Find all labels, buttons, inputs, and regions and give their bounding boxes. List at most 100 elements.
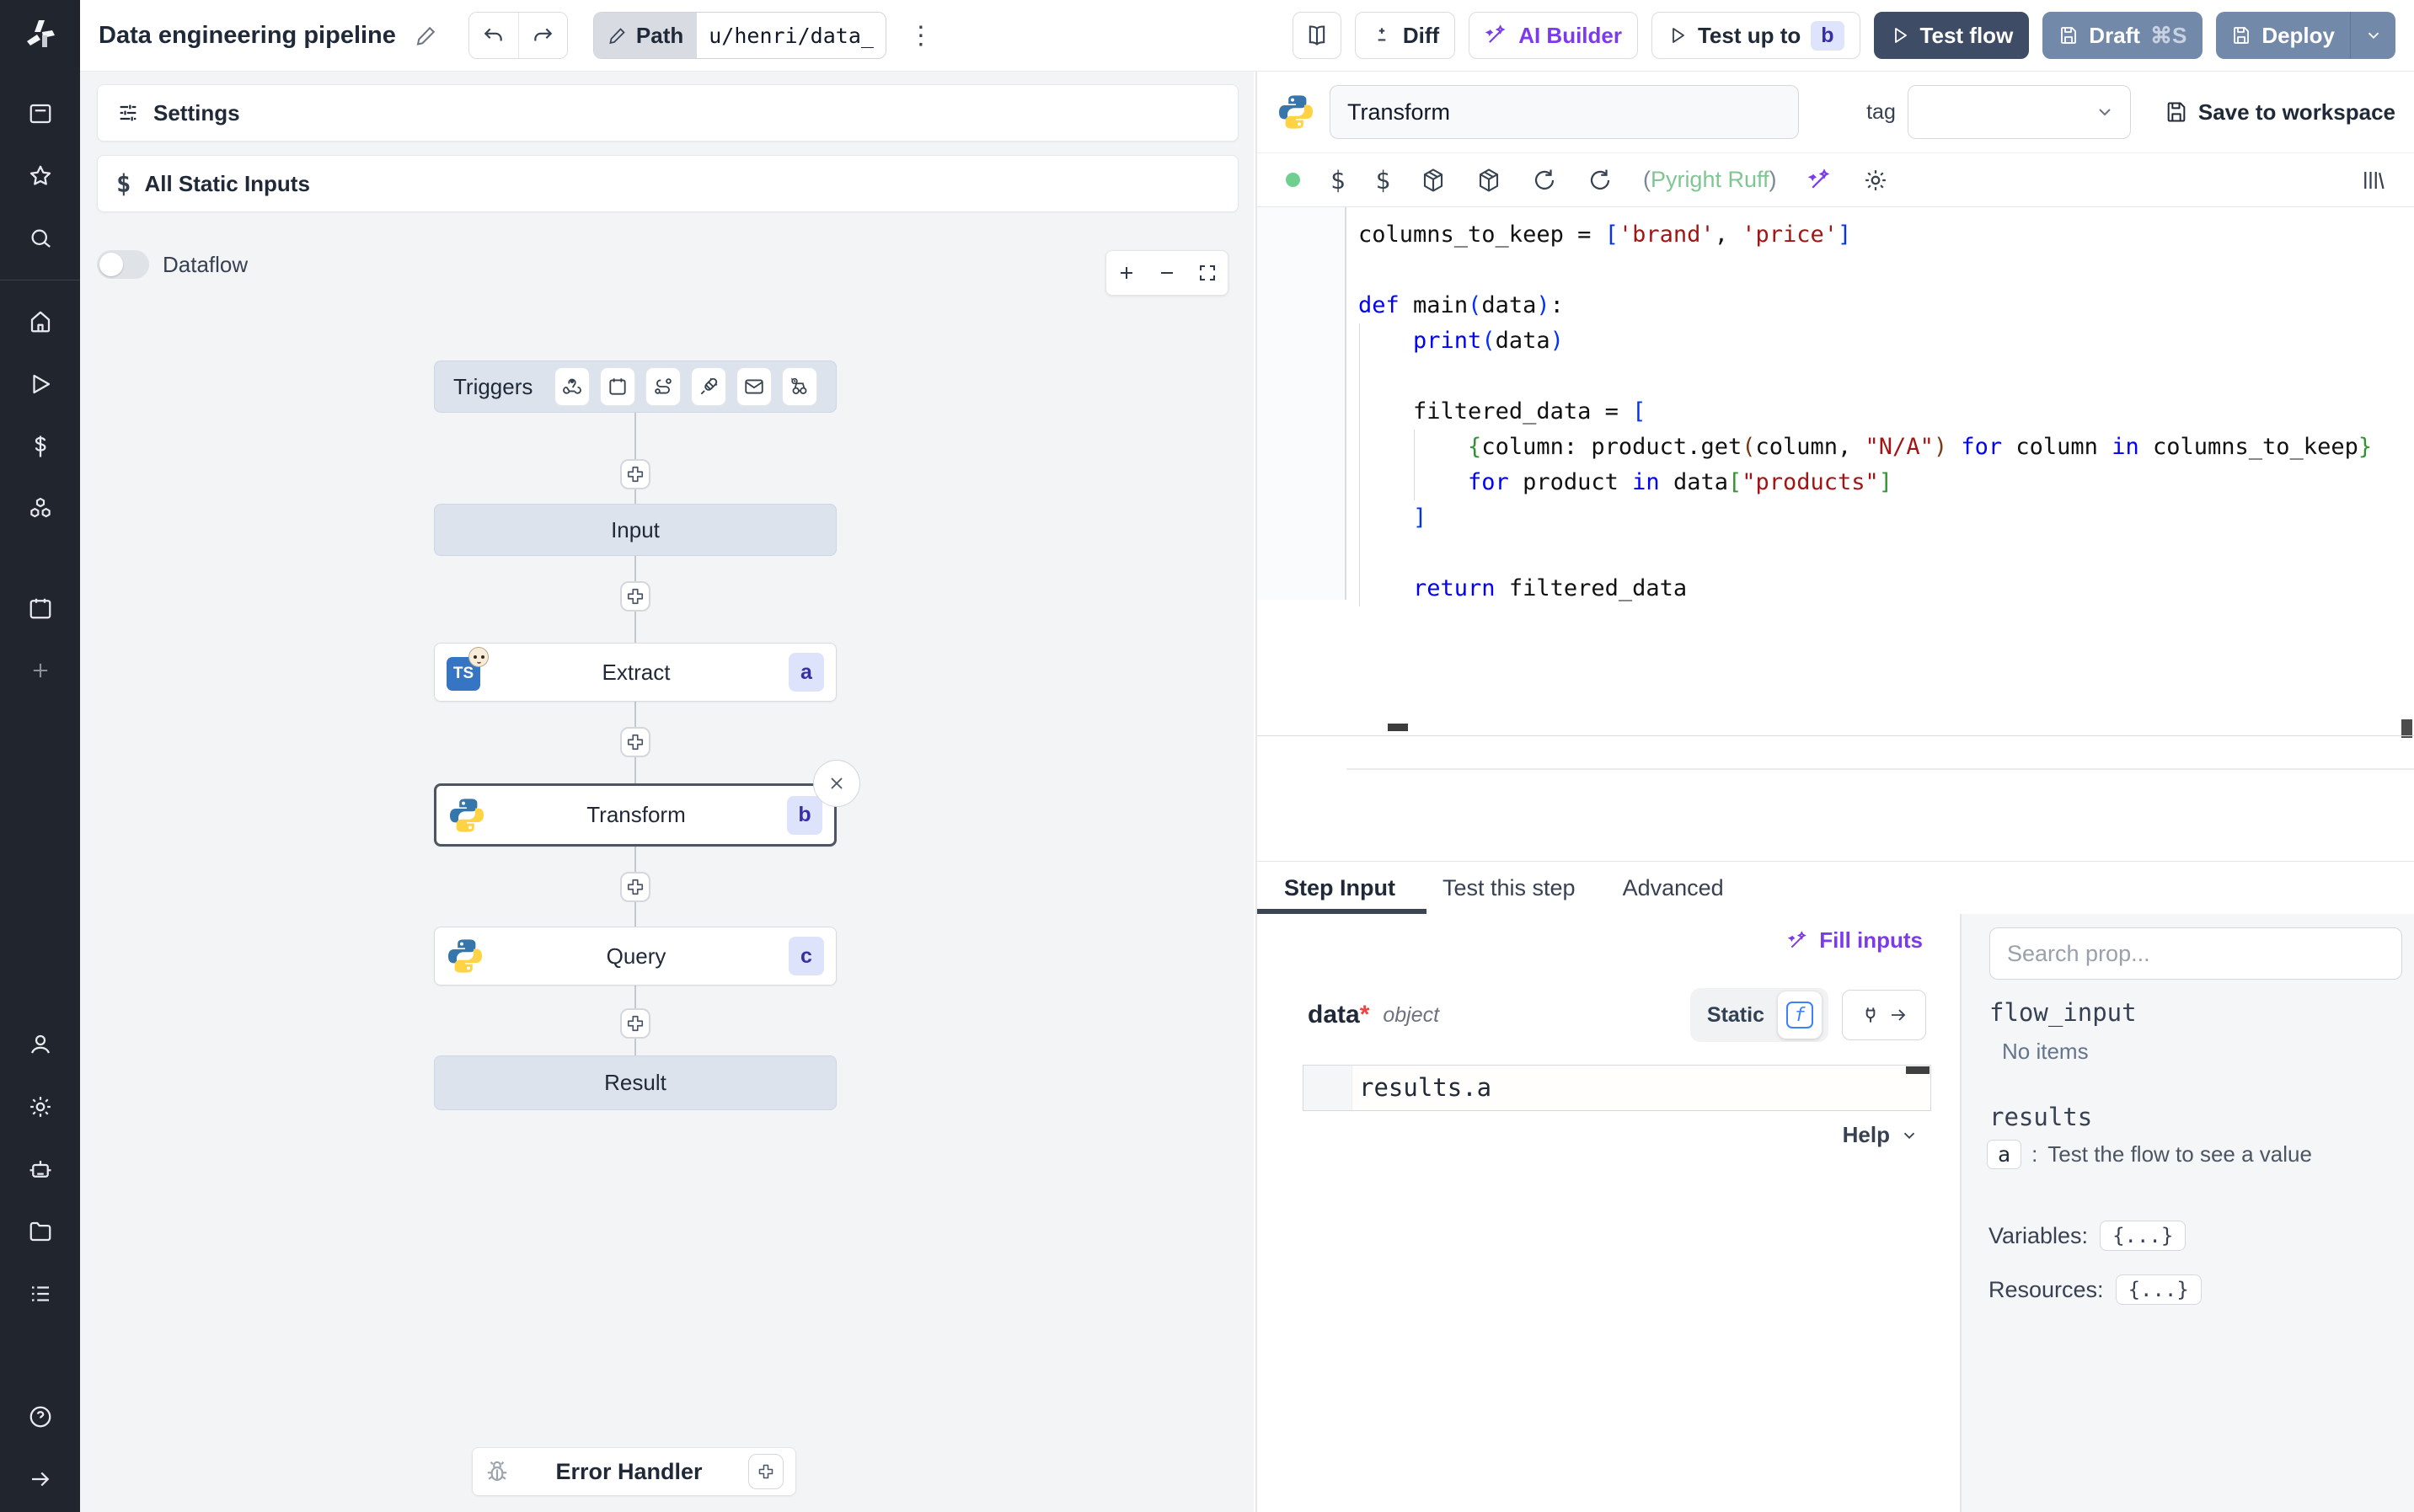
query-step-id-badge: c <box>789 937 824 975</box>
audit-logs-icon[interactable] <box>21 1274 60 1313</box>
bun-typescript-icon: TS <box>447 647 489 691</box>
zoom-in-button[interactable] <box>1106 251 1147 295</box>
required-asterisk: * <box>1359 1001 1370 1028</box>
expression-mode-button[interactable]: f <box>1778 991 1822 1039</box>
resources-object-badge[interactable]: {...} <box>2115 1274 2202 1305</box>
expression-value[interactable]: results.a <box>1352 1066 1930 1110</box>
chevron-down-icon <box>2099 109 2111 116</box>
results-section[interactable]: results <box>1989 1103 2092 1131</box>
triggers-node[interactable]: Triggers <box>434 361 837 413</box>
step-header: tag Save to workspace <box>1257 72 2414 153</box>
deploy-options-chevron[interactable] <box>2350 12 2395 59</box>
zoom-out-button[interactable] <box>1147 251 1187 295</box>
workspace-icon[interactable] <box>21 94 60 133</box>
add-icon[interactable] <box>21 651 60 690</box>
diff-button[interactable]: Diff <box>1354 12 1456 59</box>
add-step-button[interactable] <box>620 727 650 757</box>
dollar-icon-a[interactable]: $ <box>1330 166 1345 195</box>
poll-trigger-icon[interactable] <box>782 367 818 406</box>
expand-sidebar-icon[interactable] <box>21 1460 60 1499</box>
add-step-button[interactable] <box>620 459 650 489</box>
variables-row: Variables: {...} <box>1988 1221 2187 1251</box>
test-flow-button[interactable]: Test flow <box>1873 12 2030 59</box>
docs-book-button[interactable] <box>1292 12 1341 59</box>
help-icon[interactable] <box>21 1397 60 1436</box>
dollar-icon-b[interactable]: $ <box>1375 166 1389 195</box>
tab-step-input[interactable]: Step Input <box>1284 875 1395 901</box>
schedules-icon[interactable] <box>21 589 60 628</box>
draft-button[interactable]: Draft ⌘S <box>2042 12 2203 59</box>
prop-search-input[interactable] <box>1989 927 2402 980</box>
webhook-trigger-icon[interactable] <box>554 367 591 406</box>
flow-input-section[interactable]: flow_input <box>1989 998 2137 1027</box>
delete-step-button[interactable] <box>813 760 860 807</box>
refresh-icon-b[interactable] <box>1587 168 1613 193</box>
fit-view-button[interactable] <box>1187 251 1228 295</box>
step-name-input[interactable] <box>1330 85 1799 139</box>
extract-step-node[interactable]: TS Extract a <box>434 643 837 702</box>
add-error-handler-button[interactable] <box>748 1454 784 1489</box>
help-link[interactable]: Help <box>1843 1122 1919 1148</box>
add-step-button[interactable] <box>620 581 650 612</box>
connect-input-button[interactable] <box>1842 990 1926 1040</box>
undo-redo-group <box>468 12 568 59</box>
folders-icon[interactable] <box>21 1212 60 1251</box>
email-trigger-icon[interactable] <box>736 367 773 406</box>
save-to-workspace-button[interactable]: Save to workspace <box>2165 99 2395 126</box>
edit-title-pencil-icon[interactable] <box>415 24 438 47</box>
deploy-button[interactable]: Deploy <box>2216 12 2350 59</box>
test-up-to-button[interactable]: Test up to b <box>1651 12 1860 59</box>
top-header: Data engineering pipeline Path u/henri/d… <box>80 0 2414 72</box>
flow-canvas[interactable]: Settings $ All Static Inputs Dataflow Tr… <box>80 72 1254 1512</box>
result-key-badge[interactable]: a <box>1987 1140 2022 1169</box>
package-icon-b[interactable] <box>1476 168 1501 193</box>
resources-icon[interactable] <box>21 489 60 528</box>
workers-robot-icon[interactable] <box>21 1150 60 1189</box>
transform-step-node[interactable]: Transform b <box>434 783 837 847</box>
editor-settings-gear-icon[interactable] <box>1863 168 1888 193</box>
variables-icon[interactable] <box>21 427 60 466</box>
ai-wand-icon[interactable] <box>1807 168 1833 193</box>
path-control[interactable]: Path u/henri/data_ <box>592 12 886 59</box>
plug-icon <box>1865 1007 1876 1023</box>
users-icon[interactable] <box>21 1025 60 1064</box>
all-static-inputs-bar[interactable]: $ All Static Inputs <box>97 155 1239 212</box>
static-mode-label[interactable]: Static <box>1707 1003 1764 1028</box>
tab-test-this-step[interactable]: Test this step <box>1443 875 1576 901</box>
undo-button[interactable] <box>468 13 518 58</box>
library-icon[interactable] <box>2360 168 2385 193</box>
refresh-icon-a[interactable] <box>1532 168 1557 193</box>
schedule-trigger-icon[interactable] <box>600 367 636 406</box>
variables-object-badge[interactable]: {...} <box>2100 1221 2187 1251</box>
dataflow-toggle[interactable] <box>97 250 149 279</box>
flow-result-node[interactable]: Result <box>434 1055 837 1110</box>
code-editor[interactable]: columns_to_keep = ['brand', 'price'] def … <box>1257 207 2414 770</box>
add-step-button[interactable] <box>620 1008 650 1039</box>
home-icon[interactable] <box>21 302 60 341</box>
python-icon <box>447 938 484 975</box>
more-options-kebab-icon[interactable]: ⋮ <box>908 21 934 51</box>
websocket-trigger-icon[interactable] <box>691 367 727 406</box>
tag-select[interactable] <box>1907 85 2131 139</box>
http-route-trigger-icon[interactable] <box>645 367 682 406</box>
query-step-node[interactable]: Query c <box>434 927 837 986</box>
result-hint: Test the flow to see a value <box>2047 1141 2312 1167</box>
fill-inputs-button[interactable]: Fill inputs <box>1787 927 1923 954</box>
windmill-logo-icon[interactable] <box>19 12 62 56</box>
path-value[interactable]: u/henri/data_ <box>697 13 886 58</box>
code-lines[interactable]: columns_to_keep = ['brand', 'price'] def … <box>1348 217 2414 606</box>
runs-icon[interactable] <box>21 365 60 403</box>
flow-input-node[interactable]: Input <box>434 504 837 556</box>
tab-advanced[interactable]: Advanced <box>1623 875 1724 901</box>
search-icon[interactable] <box>21 219 60 258</box>
error-handler-node[interactable]: Error Handler <box>472 1447 796 1496</box>
settings-gear-icon[interactable] <box>21 1087 60 1126</box>
package-icon-a[interactable] <box>1421 168 1446 193</box>
flow-settings-bar[interactable]: Settings <box>97 84 1239 142</box>
editor-scrollbar-horizontal[interactable] <box>1388 724 1408 731</box>
add-step-button[interactable] <box>620 872 650 902</box>
favorites-star-icon[interactable] <box>21 157 60 195</box>
expression-editor[interactable]: results.a <box>1303 1065 1931 1111</box>
ai-builder-button[interactable]: AI Builder <box>1469 12 1638 59</box>
redo-button[interactable] <box>517 13 567 58</box>
